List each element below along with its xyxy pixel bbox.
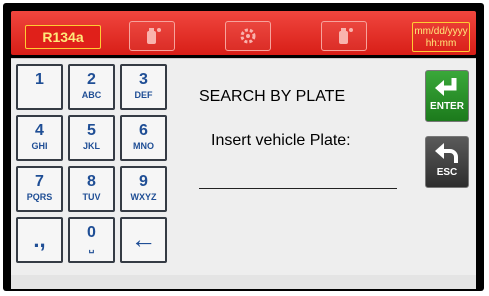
plate-prompt: Insert vehicle Plate: <box>211 132 351 149</box>
key-3[interactable]: 3 DEF <box>120 64 167 110</box>
enter-label: ENTER <box>430 101 464 112</box>
main-panel: 1 2 ABC 3 DEF 4 GHI 5 JKL 6 MNO 7 PQRS 8… <box>11 58 476 276</box>
key-0-space[interactable]: 0 ␣ <box>68 217 115 263</box>
plate-input-field[interactable] <box>199 188 397 189</box>
datetime-display[interactable]: mm/dd/yyyy hh:mm <box>412 22 470 52</box>
esc-label: ESC <box>436 167 458 178</box>
time-format-text: hh:mm <box>425 38 457 49</box>
back-arrow-icon <box>435 143 458 163</box>
key-8[interactable]: 8 TUV <box>68 166 115 212</box>
date-format-text: mm/dd/yyyy <box>414 26 468 37</box>
refrigerant-badge[interactable]: R134a <box>25 25 101 49</box>
enter-button[interactable]: ENTER <box>425 70 469 122</box>
tank-icon[interactable] <box>129 21 175 51</box>
key-7[interactable]: 7 PQRS <box>16 166 63 212</box>
escape-button[interactable]: ESC <box>425 136 469 188</box>
enter-arrow-icon <box>435 78 457 96</box>
footer-bar <box>11 275 476 289</box>
key-6[interactable]: 6 MNO <box>120 115 167 161</box>
key-punctuation[interactable]: ., <box>16 217 63 263</box>
key-5[interactable]: 5 JKL <box>68 115 115 161</box>
backspace-arrow-icon: ← <box>130 224 157 254</box>
top-status-bar: R134a mm/dd/yyyy hh:mm <box>11 11 476 55</box>
gear-icon[interactable] <box>225 21 271 51</box>
space-icon: ␣ <box>88 243 95 253</box>
page-title: SEARCH BY PLATE <box>199 88 346 105</box>
backspace-key[interactable]: ← <box>120 217 167 263</box>
tank-icon[interactable] <box>321 21 367 51</box>
device-screen: R134a mm/dd/yyyy hh:mm 1 2 ABC 3 DEF 4 G… <box>3 3 484 291</box>
key-1[interactable]: 1 <box>16 64 63 110</box>
key-2[interactable]: 2 ABC <box>68 64 115 110</box>
key-4[interactable]: 4 GHI <box>16 115 63 161</box>
key-9[interactable]: 9 WXYZ <box>120 166 167 212</box>
